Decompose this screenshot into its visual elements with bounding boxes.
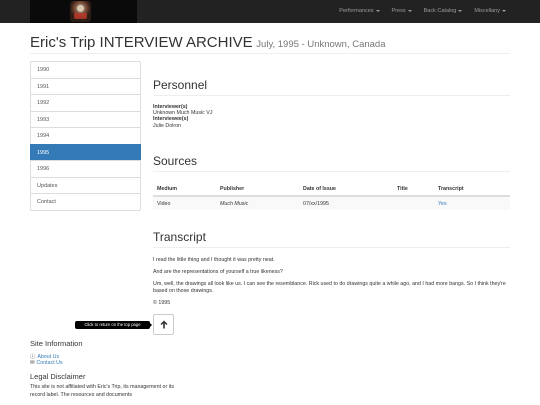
page-header: Eric's Trip INTERVIEW ARCHIVE July, 1995… <box>30 34 510 54</box>
top-navbar: Performances Press Back Catalog Miscella… <box>0 0 540 23</box>
nav-press[interactable]: Press <box>386 0 418 23</box>
col-transcript: Transcript <box>434 182 510 197</box>
transcript-heading: Transcript <box>153 230 510 248</box>
sidebar-item-contact[interactable]: Contact <box>30 193 141 211</box>
caret-down-icon <box>375 9 380 12</box>
sidebar-item-1992[interactable]: 1992 <box>30 94 141 112</box>
transcript-body: I read the little thing and I thought it… <box>153 257 510 306</box>
logo-emblem-icon <box>70 1 91 22</box>
nav-performances[interactable]: Performances <box>333 0 385 23</box>
col-date: Date of Issue <box>299 182 393 197</box>
table-header-row: Medium Publisher Date of Issue Title Tra… <box>153 182 510 197</box>
disclaimer-text: This site is not affiliated with Eric's … <box>30 384 174 398</box>
caret-down-icon <box>502 9 506 12</box>
transcript-paragraph: I read the little thing and I thought it… <box>153 257 275 263</box>
site-info-heading: Site Information <box>30 339 83 348</box>
interviewee-value: Julie Doiron <box>153 122 181 129</box>
envelope-icon: ✉ <box>30 360 35 366</box>
sidebar-item-1993[interactable]: 1993 <box>30 110 141 128</box>
sidebar-item-1996[interactable]: 1996 <box>30 160 141 178</box>
cell-title <box>393 196 434 210</box>
personnel-block: Interviewer(s) Unknown Much Music VJ Int… <box>153 104 212 129</box>
back-to-top-tooltip: Click to return on the top page <box>75 321 152 329</box>
caret-down-icon <box>407 9 412 12</box>
col-medium: Medium <box>153 182 216 197</box>
sidebar-item-updates[interactable]: Updates <box>30 176 141 194</box>
nav-miscellany[interactable]: Miscellany <box>468 0 512 23</box>
sources-table: Medium Publisher Date of Issue Title Tra… <box>153 182 510 210</box>
transcript-paragraph: Um, well, the drawings all look like us.… <box>153 281 506 294</box>
arrow-up-icon <box>160 320 167 329</box>
col-title: Title <box>393 182 434 197</box>
nav-back-catalog[interactable]: Back Catalog <box>418 0 469 23</box>
sidebar-item-1994[interactable]: 1994 <box>30 127 141 145</box>
page-title: Eric's Trip INTERVIEW ARCHIVE <box>30 34 253 51</box>
sidebar-item-1990[interactable]: 1990 <box>30 61 141 79</box>
table-row: Video Much Music 07/xx/1995 Yes <box>153 196 510 210</box>
nav-menu: Performances Press Back Catalog Miscella… <box>333 0 512 23</box>
legal-disclaimer-heading: Legal Disclaimer <box>30 372 86 381</box>
cell-publisher: Much Music <box>216 196 299 210</box>
transcript-link[interactable]: Yes <box>434 196 510 210</box>
cell-medium: Video <box>153 196 216 210</box>
sidebar-item-1991[interactable]: 1991 <box>30 77 141 95</box>
sources-heading: Sources <box>153 154 510 172</box>
year-sidebar: 1990 1991 1992 1993 1994 1995 1996 Updat… <box>30 61 141 211</box>
col-publisher: Publisher <box>216 182 299 197</box>
cell-date: 07/xx/1995 <box>299 196 393 210</box>
transcript-paragraph: And are the representations of yourself … <box>153 269 283 276</box>
contact-us-link[interactable]: ✉ Contact Us <box>30 360 63 366</box>
back-to-top-button[interactable] <box>153 314 174 335</box>
personnel-heading: Personnel <box>153 78 510 96</box>
caret-down-icon <box>458 9 463 12</box>
about-us-link[interactable]: ⓘ About Us <box>30 352 59 360</box>
site-logo[interactable] <box>30 0 137 23</box>
sidebar-item-1995[interactable]: 1995 <box>30 143 141 161</box>
page-subtitle: July, 1995 - Unknown, Canada <box>256 39 386 50</box>
copyright-text: © 1995 <box>153 299 171 306</box>
